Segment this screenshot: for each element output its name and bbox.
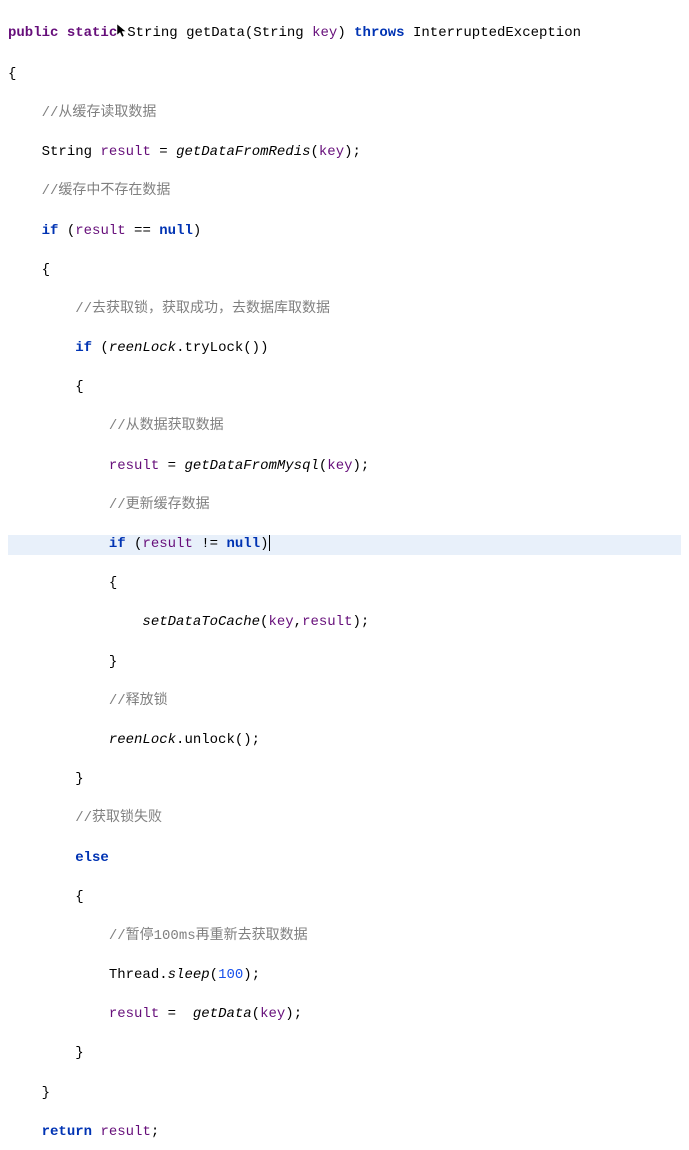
- exception-type: InterruptedException: [413, 25, 581, 41]
- code-line: return result;: [8, 1123, 681, 1143]
- keyword-throws: throws: [354, 25, 404, 41]
- variable: result: [100, 144, 150, 160]
- keyword-if: if: [75, 340, 92, 356]
- code-line: setDataToCache(key,result);: [8, 613, 681, 633]
- code-line: }: [8, 1044, 681, 1064]
- code-line: //从数据获取数据: [8, 417, 681, 437]
- code-line: //暂停100ms再重新去获取数据: [8, 927, 681, 947]
- code-line: {: [8, 261, 681, 281]
- comment: //去获取锁，获取成功，去数据库取数据: [75, 301, 330, 317]
- variable: reenLock: [109, 340, 176, 356]
- comment: //从数据获取数据: [109, 418, 224, 434]
- keyword-public: public: [8, 25, 58, 41]
- code-line: if (result == null): [8, 222, 681, 242]
- code-line: reenLock.unlock();: [8, 731, 681, 751]
- code-line: }: [8, 653, 681, 673]
- code-line: if (reenLock.tryLock()): [8, 339, 681, 359]
- code-line: }: [8, 1084, 681, 1104]
- comment: //从缓存读取数据: [42, 105, 157, 121]
- param-type: String: [253, 25, 303, 41]
- method-call: sleep: [168, 967, 210, 983]
- method-call: getDataFromMysql: [184, 458, 318, 474]
- code-line: }: [8, 770, 681, 790]
- method-call: unlock: [184, 732, 234, 748]
- code-line: {: [8, 888, 681, 908]
- code-line: //从缓存读取数据: [8, 104, 681, 124]
- code-line: Thread.sleep(100);: [8, 966, 681, 986]
- code-line: result = getDataFromMysql(key);: [8, 457, 681, 477]
- variable: reenLock: [109, 732, 176, 748]
- comment: //释放锁: [109, 693, 168, 709]
- keyword-static: static: [67, 25, 117, 41]
- method-call: setDataToCache: [142, 614, 260, 630]
- keyword-null: null: [159, 223, 193, 239]
- keyword-else: else: [75, 850, 109, 866]
- code-line: {: [8, 574, 681, 594]
- number-literal: 100: [218, 967, 243, 983]
- comment: //更新缓存数据: [109, 497, 210, 513]
- code-line: //释放锁: [8, 692, 681, 712]
- method-call: getDataFromRedis: [176, 144, 310, 160]
- class-name: Thread: [109, 967, 159, 983]
- method-name: getData: [186, 25, 245, 41]
- code-line: //更新缓存数据: [8, 496, 681, 516]
- comment: //缓存中不存在数据: [42, 183, 171, 199]
- code-line: else: [8, 849, 681, 869]
- keyword-if: if: [42, 223, 59, 239]
- comment: //获取锁失败: [75, 810, 162, 826]
- code-line: public staticString getData(String key) …: [8, 24, 681, 46]
- code-line: {: [8, 378, 681, 398]
- code-line: String result = getDataFromRedis(key);: [8, 143, 681, 163]
- code-line: {: [8, 65, 681, 85]
- keyword-return: return: [42, 1124, 92, 1140]
- code-line: result = getData(key);: [8, 1005, 681, 1025]
- type-string: String: [127, 25, 177, 41]
- param-name: key: [312, 25, 337, 41]
- code-block: public staticString getData(String key) …: [8, 4, 681, 1150]
- comment: //暂停100ms再重新去获取数据: [109, 928, 308, 944]
- keyword-if: if: [109, 536, 126, 552]
- code-line: //获取锁失败: [8, 809, 681, 829]
- code-line: //缓存中不存在数据: [8, 182, 681, 202]
- mouse-cursor-icon: [117, 24, 127, 46]
- code-line-highlighted: if (result != null): [8, 535, 681, 555]
- method-call: getData: [193, 1006, 252, 1022]
- text-cursor-icon: [269, 535, 270, 551]
- keyword-null: null: [226, 536, 260, 552]
- method-call: tryLock: [184, 340, 243, 356]
- code-line: //去获取锁，获取成功，去数据库取数据: [8, 300, 681, 320]
